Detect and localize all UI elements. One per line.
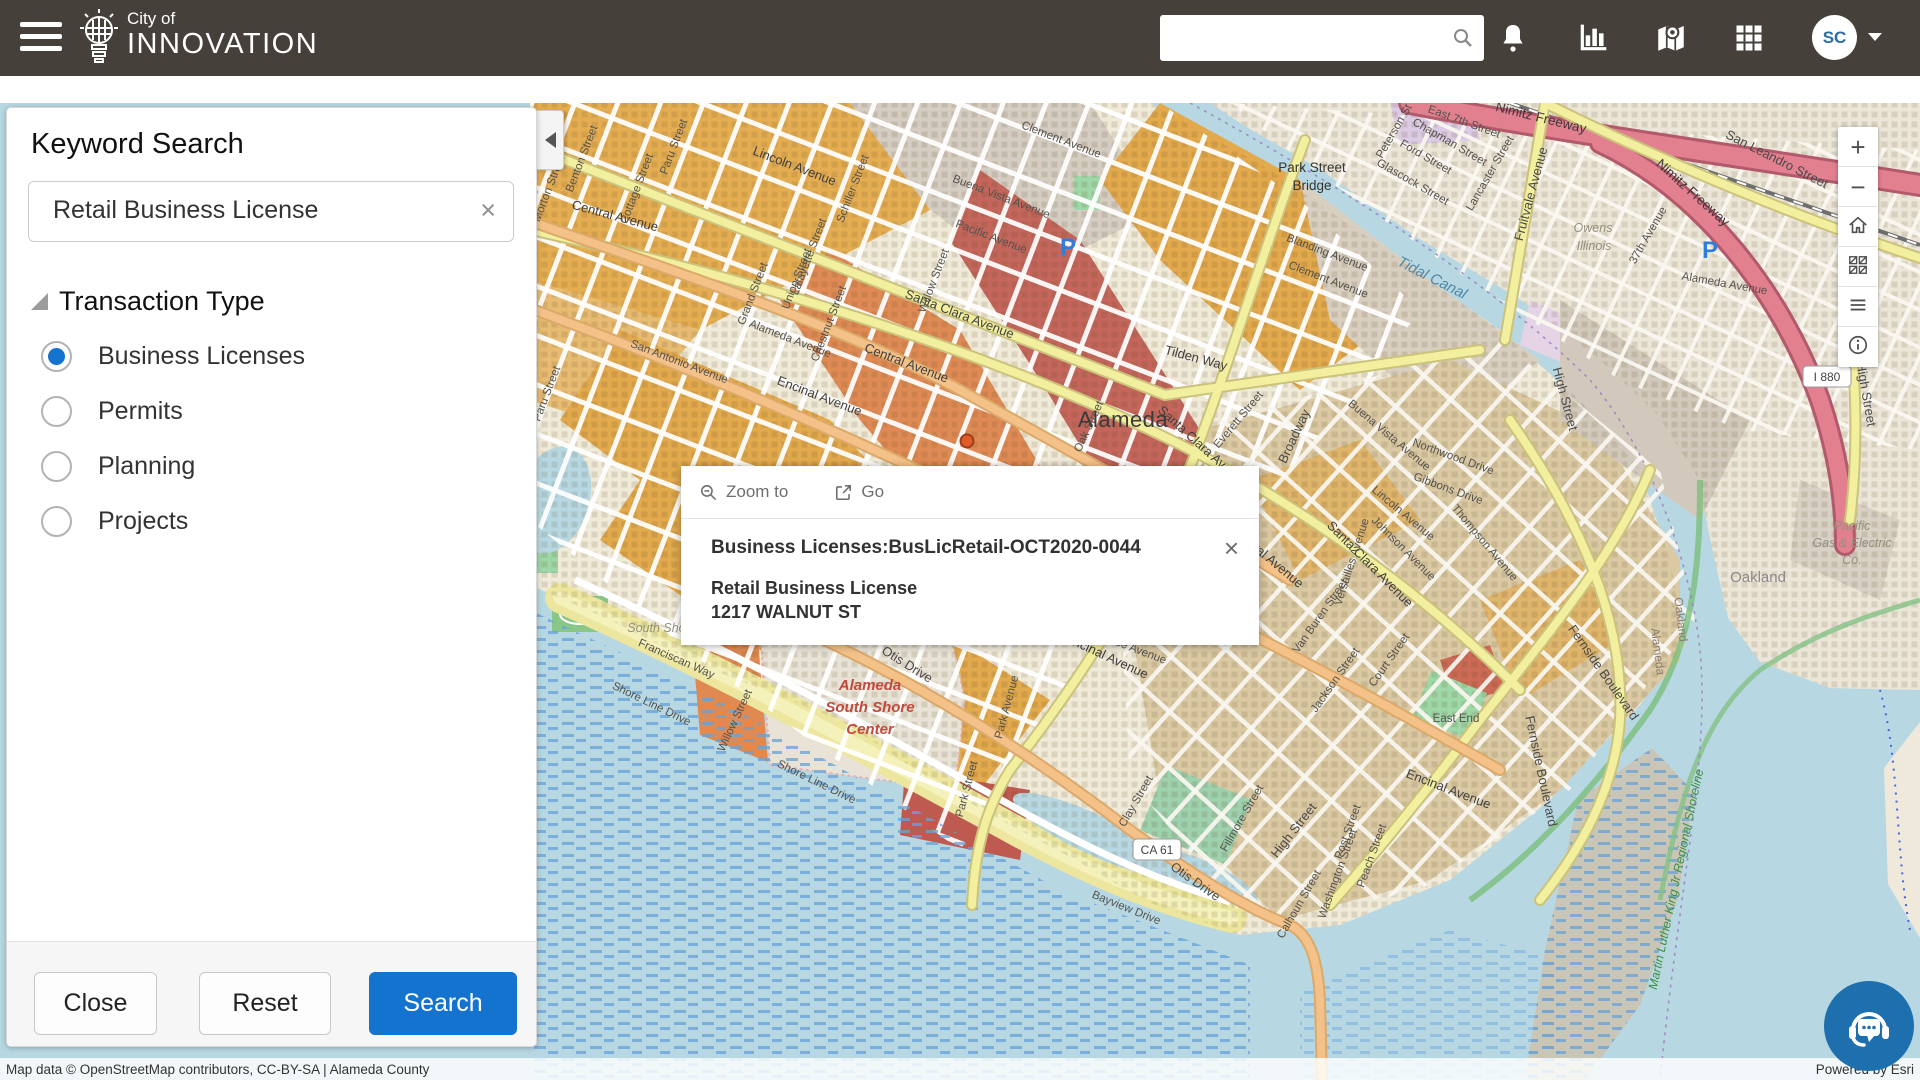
info-button[interactable] bbox=[1838, 327, 1878, 367]
feature-popup: Zoom to Go Business Licenses:BusLicRetai… bbox=[681, 466, 1259, 645]
keyword-input[interactable] bbox=[51, 195, 455, 226]
collapse-triangle-icon bbox=[31, 293, 48, 310]
headset-chat-icon bbox=[1842, 999, 1896, 1053]
global-search bbox=[1160, 15, 1484, 61]
panel-title: Keyword Search bbox=[31, 128, 536, 161]
svg-text:CA 61: CA 61 bbox=[1141, 843, 1174, 857]
radio-projects[interactable]: Projects bbox=[41, 494, 536, 549]
home-icon bbox=[1847, 214, 1869, 236]
bell-icon bbox=[1498, 22, 1528, 54]
radio-planning[interactable]: Planning bbox=[41, 439, 536, 494]
home-button[interactable] bbox=[1838, 207, 1878, 247]
bar-chart-icon bbox=[1577, 22, 1609, 54]
lightbulb-logo-icon bbox=[76, 6, 122, 70]
attribution-left: Map data © OpenStreetMap contributors, C… bbox=[6, 1062, 429, 1077]
clear-keyword-icon[interactable]: × bbox=[480, 195, 496, 226]
svg-text:P: P bbox=[1702, 237, 1718, 264]
transaction-type-label: Transaction Type bbox=[59, 286, 265, 317]
map-attribution: Map data © OpenStreetMap contributors, C… bbox=[0, 1058, 1920, 1080]
svg-text:Park Street: Park Street bbox=[1278, 160, 1346, 175]
search-icon[interactable] bbox=[1451, 26, 1475, 50]
radio-label: Planning bbox=[98, 452, 195, 481]
grid-icon bbox=[1734, 23, 1764, 53]
info-icon bbox=[1847, 334, 1869, 356]
go-button[interactable]: Go bbox=[834, 482, 884, 502]
svg-text:Gas & Electric: Gas & Electric bbox=[1812, 536, 1892, 550]
avatar-initials: SC bbox=[1823, 28, 1847, 48]
map-controls: + − bbox=[1838, 127, 1878, 367]
account-chevron-down-icon[interactable] bbox=[1868, 33, 1882, 41]
zoom-in-button[interactable]: + bbox=[1838, 127, 1878, 167]
avatar[interactable]: SC bbox=[1812, 15, 1857, 60]
radio-label: Permits bbox=[98, 397, 183, 426]
charts-button[interactable] bbox=[1569, 14, 1617, 62]
svg-text:Alameda: Alameda bbox=[838, 677, 902, 694]
zoom-to-icon bbox=[699, 483, 718, 502]
radio-circle bbox=[41, 451, 72, 482]
radio-label: Projects bbox=[98, 507, 188, 536]
basemap-icon bbox=[1847, 254, 1869, 276]
support-chat-button[interactable] bbox=[1824, 981, 1914, 1071]
menu-icon[interactable] bbox=[20, 22, 62, 54]
app-header: City of INNOVATION bbox=[0, 0, 1920, 76]
popup-record-type: Retail Business License bbox=[711, 578, 1237, 599]
svg-text:South Shore: South Shore bbox=[825, 699, 914, 716]
radio-label: Business Licenses bbox=[98, 342, 305, 371]
map-view-button[interactable] bbox=[1647, 14, 1695, 62]
radio-circle-selected bbox=[41, 341, 72, 372]
layers-button[interactable] bbox=[1838, 287, 1878, 327]
popup-close-icon[interactable]: × bbox=[1224, 533, 1239, 564]
map-icon bbox=[1654, 21, 1688, 55]
layer-list-icon bbox=[1847, 294, 1869, 316]
map-pin[interactable] bbox=[961, 435, 974, 448]
zoom-out-button[interactable]: − bbox=[1838, 167, 1878, 207]
popup-title: Business Licenses:BusLicRetail-OCT2020-0… bbox=[711, 537, 1237, 559]
radio-business-licenses[interactable]: Business Licenses bbox=[41, 329, 536, 384]
notifications-button[interactable] bbox=[1489, 14, 1537, 62]
transaction-type-header[interactable]: Transaction Type bbox=[31, 286, 536, 317]
keyword-input-wrap: × bbox=[28, 181, 514, 242]
keyword-search-panel: Keyword Search × Transaction Type Busine… bbox=[6, 107, 537, 1047]
popup-body: Business Licenses:BusLicRetail-OCT2020-0… bbox=[681, 519, 1259, 645]
brand: City of INNOVATION bbox=[127, 10, 318, 61]
svg-text:East End: East End bbox=[1433, 713, 1480, 725]
basemap-button[interactable] bbox=[1838, 247, 1878, 287]
collapse-left-icon bbox=[545, 132, 556, 148]
svg-text:Bridge: Bridge bbox=[1292, 178, 1331, 193]
close-button[interactable]: Close bbox=[34, 972, 157, 1035]
panel-footer: Close Reset Search bbox=[7, 941, 536, 1046]
svg-text:Center: Center bbox=[846, 721, 895, 738]
search-button[interactable]: Search bbox=[369, 972, 517, 1035]
zoom-to-label: Zoom to bbox=[726, 482, 788, 502]
global-search-input[interactable] bbox=[1172, 21, 1446, 55]
svg-text:Owens: Owens bbox=[1574, 221, 1613, 235]
popup-address: 1217 WALNUT ST bbox=[711, 602, 1237, 623]
svg-text:Co.: Co. bbox=[1842, 553, 1861, 567]
brand-name: INNOVATION bbox=[127, 29, 318, 61]
popup-actions: Zoom to Go bbox=[681, 466, 1259, 519]
svg-text:Alameda: Alameda bbox=[1078, 407, 1169, 432]
apps-grid-button[interactable] bbox=[1725, 14, 1773, 62]
go-icon bbox=[834, 483, 853, 502]
radio-permits[interactable]: Permits bbox=[41, 384, 536, 439]
panel-collapse-tab[interactable] bbox=[537, 110, 564, 170]
svg-text:P: P bbox=[1060, 234, 1076, 261]
svg-text:Illinois: Illinois bbox=[1577, 239, 1612, 253]
reset-button[interactable]: Reset bbox=[199, 972, 331, 1035]
zoom-to-button[interactable]: Zoom to bbox=[699, 482, 788, 502]
go-label: Go bbox=[861, 482, 884, 502]
radio-circle bbox=[41, 506, 72, 537]
svg-text:I 880: I 880 bbox=[1814, 370, 1841, 384]
brand-top: City of bbox=[127, 10, 318, 29]
radio-circle bbox=[41, 396, 72, 427]
transaction-type-options: Business Licenses Permits Planning Proje… bbox=[41, 329, 536, 549]
svg-text:Pacific: Pacific bbox=[1834, 519, 1872, 533]
svg-text:Oakland: Oakland bbox=[1730, 569, 1786, 586]
